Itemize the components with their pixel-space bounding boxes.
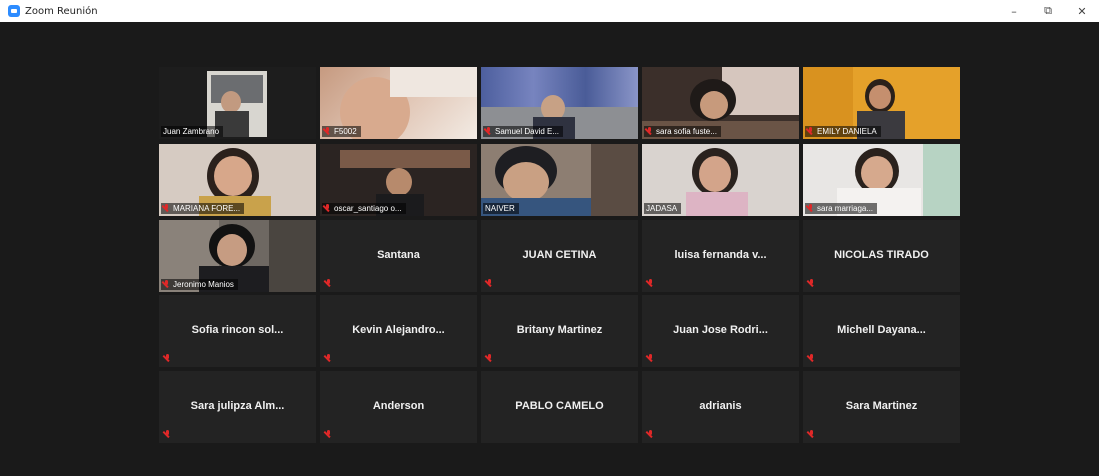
participant-tile[interactable]: EMILY DANIELA	[803, 67, 960, 139]
participant-name: Sofia rincon sol...	[191, 324, 284, 336]
participant-name-label: sara marriaga...	[805, 203, 878, 214]
window-controls: – ⧉ ✕	[997, 0, 1099, 22]
muted-mic-icon	[647, 279, 654, 288]
muted-mic-icon	[807, 204, 814, 213]
participant-tile[interactable]: sara sofia fuste...	[642, 67, 799, 139]
muted-mic-icon	[647, 430, 654, 439]
participant-name: Sara Martinez	[845, 400, 918, 412]
muted-mic-icon	[808, 430, 815, 439]
muted-mic-icon	[324, 204, 331, 213]
participant-name-label: MARIANA FORE...	[161, 203, 245, 214]
participant-tile[interactable]: Samuel David E...	[481, 67, 638, 139]
participant-name: adrianis	[699, 400, 742, 412]
participant-name-label: Juan Zambrano	[161, 126, 224, 137]
participant-tile[interactable]: adrianis	[642, 371, 799, 443]
participant-name-label: sara sofia fuste...	[644, 126, 721, 137]
muted-mic-icon	[646, 127, 653, 136]
participant-name-label: F5002	[322, 126, 361, 137]
participant-name: NICOLAS TIRADO	[834, 249, 929, 261]
muted-mic-icon	[647, 354, 654, 363]
muted-mic-icon	[808, 279, 815, 288]
muted-mic-icon	[324, 127, 331, 136]
participant-name-label: oscar_santiago o...	[322, 203, 406, 214]
participant-tile[interactable]: MARIANA FORE...	[159, 144, 316, 216]
participant-tile[interactable]: JUAN CETINA	[481, 220, 638, 292]
participant-name: Sara julipza Alm...	[190, 400, 285, 412]
participant-name: luisa fernanda v...	[674, 249, 767, 261]
participant-name: Michell Dayana...	[837, 324, 926, 336]
muted-mic-icon	[486, 279, 493, 288]
muted-mic-icon	[486, 354, 493, 363]
participant-name-label: Jeronimo Manios	[161, 279, 238, 290]
participant-tile[interactable]: sara marriaga...	[803, 144, 960, 216]
participant-tile[interactable]: luisa fernanda v...	[642, 220, 799, 292]
muted-mic-icon	[325, 430, 332, 439]
muted-mic-icon	[164, 430, 171, 439]
participant-tile[interactable]: Sara Martinez	[803, 371, 960, 443]
participant-tile[interactable]: oscar_santiago o...	[320, 144, 477, 216]
participant-tile[interactable]: F5002	[320, 67, 477, 139]
muted-mic-icon	[164, 354, 171, 363]
participant-tile[interactable]: NICOLAS TIRADO	[803, 220, 960, 292]
participant-name: Santana	[377, 249, 420, 261]
participant-name: Britany Martinez	[516, 324, 603, 336]
window-title: Zoom Reunión	[25, 5, 98, 17]
participant-tile[interactable]: Sara julipza Alm...	[159, 371, 316, 443]
participant-name-label: JADASA	[644, 203, 682, 214]
title-bar: Zoom Reunión – ⧉ ✕	[0, 0, 1099, 22]
participant-tile[interactable]: JADASA	[642, 144, 799, 216]
participant-tile[interactable]: Sofia rincon sol...	[159, 295, 316, 367]
participant-name-label: EMILY DANIELA	[805, 126, 881, 137]
participant-tile[interactable]: NAIVER	[481, 144, 638, 216]
participant-name: Anderson	[372, 400, 425, 412]
muted-mic-icon	[485, 127, 492, 136]
muted-mic-icon	[808, 354, 815, 363]
gallery-view: Juan Zambrano F5002 Samuel David E... sa…	[7, 22, 1099, 476]
zoom-logo-icon	[8, 5, 20, 17]
participant-tile[interactable]: Britany Martinez	[481, 295, 638, 367]
participant-name-label: NAIVER	[483, 203, 519, 214]
participant-tile[interactable]: PABLO CAMELO	[481, 371, 638, 443]
participant-tile[interactable]: Juan Jose Rodri...	[642, 295, 799, 367]
muted-mic-icon	[325, 354, 332, 363]
participant-tile[interactable]: Jeronimo Manios	[159, 220, 316, 292]
participant-name: Kevin Alejandro...	[352, 324, 445, 336]
participant-name: Juan Jose Rodri...	[673, 324, 768, 336]
participant-name: JUAN CETINA	[522, 249, 597, 261]
participant-tile[interactable]: Kevin Alejandro...	[320, 295, 477, 367]
muted-mic-icon	[807, 127, 814, 136]
participant-tile[interactable]: Santana	[320, 220, 477, 292]
participant-tile[interactable]: Michell Dayana...	[803, 295, 960, 367]
muted-mic-icon	[163, 204, 170, 213]
participant-name-label: Samuel David E...	[483, 126, 564, 137]
muted-mic-icon	[163, 280, 170, 289]
minimize-button[interactable]: –	[997, 0, 1031, 22]
close-button[interactable]: ✕	[1065, 0, 1099, 22]
muted-mic-icon	[325, 279, 332, 288]
restore-button[interactable]: ⧉	[1031, 0, 1065, 22]
participant-name: PABLO CAMELO	[515, 400, 604, 412]
participant-tile[interactable]: Anderson	[320, 371, 477, 443]
participant-tile[interactable]: Juan Zambrano	[159, 67, 316, 139]
